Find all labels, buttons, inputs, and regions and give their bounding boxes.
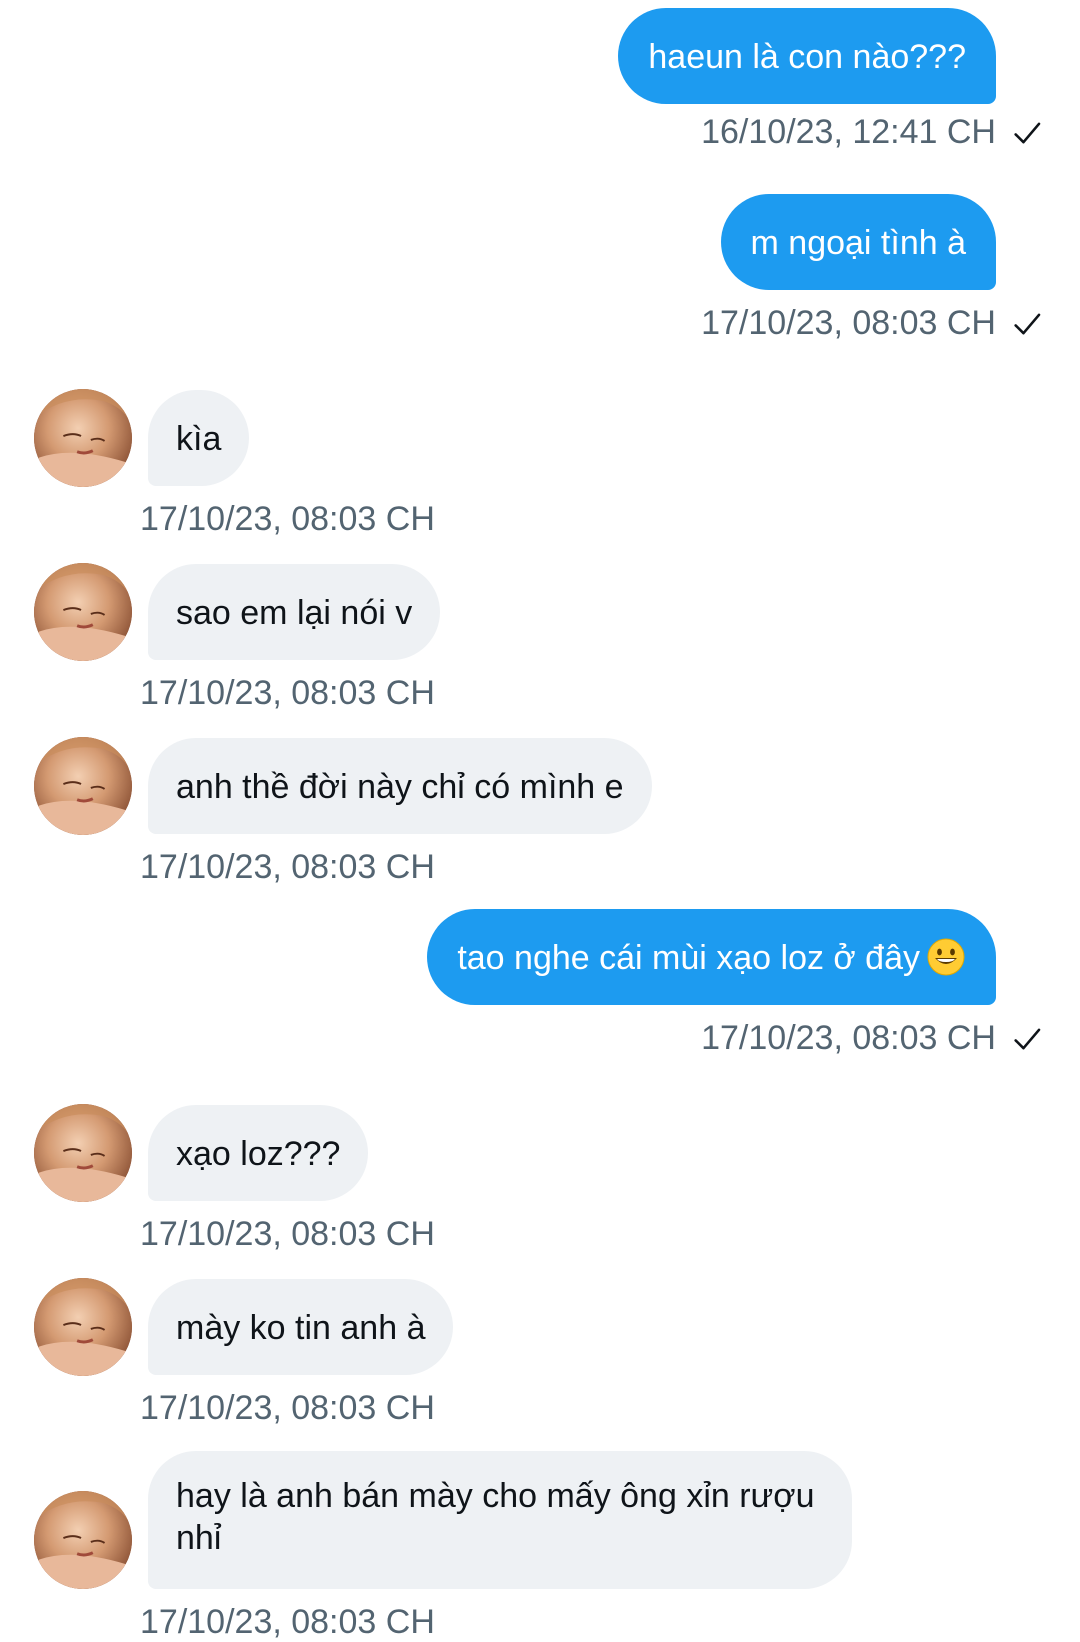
message-text: haeun là con nào??? — [648, 38, 966, 76]
message-text: m ngoại tình à — [750, 224, 966, 262]
avatar[interactable] — [34, 563, 132, 661]
message-bubble-incoming[interactable]: kìa — [148, 390, 250, 486]
grinning-face-icon — [926, 937, 966, 977]
message-text: anh thề đời này chỉ có mình e — [176, 768, 624, 806]
message-timestamp: 17/10/23, 08:03 CH — [140, 674, 435, 712]
message-timestamp: 17/10/23, 08:03 CH — [701, 304, 996, 342]
avatar[interactable] — [34, 1104, 132, 1202]
chat-thread: haeun là con nào??? 16/10/23, 12:41 CH m… — [0, 0, 1080, 1641]
message-timestamp: 17/10/23, 08:03 CH — [140, 1603, 435, 1641]
message-text: xạo loz??? — [176, 1135, 341, 1173]
message-timestamp: 17/10/23, 08:03 CH — [140, 1389, 435, 1427]
message-bubble-outgoing[interactable]: m ngoại tình à — [720, 194, 996, 290]
message-bubble-outgoing[interactable]: tao nghe cái mùi xạo loz ở đây — [427, 909, 996, 1005]
check-icon — [1010, 116, 1044, 150]
avatar[interactable] — [34, 1491, 132, 1589]
message-bubble-outgoing[interactable]: haeun là con nào??? — [618, 8, 996, 104]
message-text: kìa — [176, 420, 222, 458]
message-timestamp: 17/10/23, 08:03 CH — [140, 500, 435, 538]
message-timestamp: 16/10/23, 12:41 CH — [701, 113, 996, 151]
avatar[interactable] — [34, 1278, 132, 1376]
check-icon — [1010, 1022, 1044, 1056]
message-timestamp: 17/10/23, 08:03 CH — [140, 848, 435, 886]
avatar[interactable] — [34, 737, 132, 835]
message-bubble-incoming[interactable]: hay là anh bán mày cho mấy ông xỉn rượu … — [148, 1451, 852, 1589]
message-bubble-incoming[interactable]: xạo loz??? — [148, 1105, 369, 1201]
message-bubble-incoming[interactable]: mày ko tin anh à — [148, 1279, 454, 1375]
avatar[interactable] — [34, 389, 132, 487]
message-bubble-incoming[interactable]: anh thề đời này chỉ có mình e — [148, 738, 652, 834]
message-text: sao em lại nói v — [176, 594, 413, 632]
message-timestamp: 17/10/23, 08:03 CH — [701, 1019, 996, 1057]
check-icon — [1010, 307, 1044, 341]
message-text: mày ko tin anh à — [176, 1309, 426, 1347]
message-bubble-incoming[interactable]: sao em lại nói v — [148, 564, 441, 660]
message-text: tao nghe cái mùi xạo loz ở đây — [457, 939, 920, 977]
message-text: hay là anh bán mày cho mấy ông xỉn rượu … — [176, 1477, 815, 1557]
message-timestamp: 17/10/23, 08:03 CH — [140, 1215, 435, 1253]
